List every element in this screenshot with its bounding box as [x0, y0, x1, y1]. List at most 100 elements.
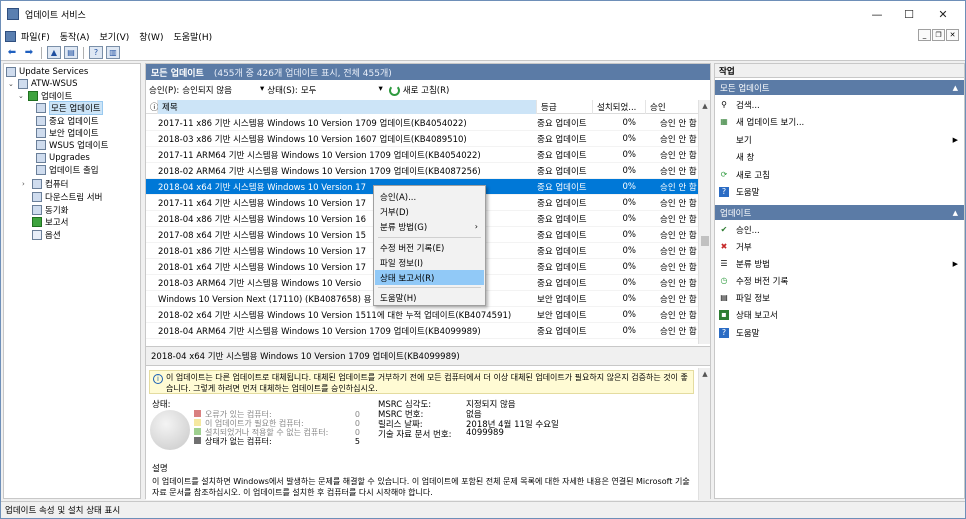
table-row[interactable]: 2018-03 x86 기반 시스템용 Windows 10 Version 1…	[146, 131, 698, 147]
collapse-section-icon[interactable]: ▲	[953, 209, 958, 217]
info-column-header[interactable]: ⓘ	[146, 100, 159, 114]
ctx-revision-history[interactable]: 수정 버전 기록(E)	[375, 240, 484, 255]
tree-node-downstream[interactable]: 다운스트림 서버	[32, 191, 102, 203]
cell-title: 2018-03 ARM64 기반 시스템용 Windows 10 Versio	[158, 278, 362, 289]
table-row[interactable]: 2017-11 x86 기반 시스템용 Windows 10 Version 1…	[146, 115, 698, 131]
menu-help[interactable]: 도움말(H)	[168, 30, 217, 43]
grid-header: ⓘ 제목 등급 설치되었... 승인	[146, 100, 698, 114]
menu-window[interactable]: 창(W)	[134, 30, 168, 43]
cell-title: 2018-01 x86 기반 시스템용 Windows 10 Version 1…	[158, 246, 367, 257]
ctx-help[interactable]: 도움말(H)	[375, 290, 484, 305]
refresh-button[interactable]: 새로 고침(R)	[403, 84, 450, 96]
tree-node-reports[interactable]: 보고서	[32, 216, 68, 228]
update-view-icon	[36, 153, 46, 163]
cell-approval: 승인 안 함	[660, 166, 697, 177]
grid-scrollbar[interactable]: ▲	[698, 100, 710, 344]
mdi-minimize-button[interactable]: _	[918, 29, 931, 41]
action-status-report[interactable]: ▪ 상태 보고서	[719, 307, 962, 322]
ctx-file-info[interactable]: 파일 정보(I)	[375, 255, 484, 270]
tree-node-options[interactable]: 옵션	[32, 229, 61, 241]
update-view-icon	[36, 128, 46, 138]
action-help-update[interactable]: ? 도움말	[719, 325, 962, 340]
close-button[interactable]: ✕	[927, 1, 959, 27]
ctx-decline[interactable]: 거부(D)	[375, 204, 484, 219]
menu-action[interactable]: 동작(A)	[55, 30, 95, 43]
help-icon[interactable]: ?	[89, 46, 103, 59]
table-row[interactable]: 2017-11 ARM64 기반 시스템용 Windows 10 Version…	[146, 147, 698, 163]
mdi-restore-button[interactable]: ❐	[932, 29, 945, 41]
show-hide-action-pane-icon[interactable]: ▥	[106, 46, 120, 59]
cell-approval: 승인 안 함	[660, 134, 697, 145]
cell-installed: 0%	[622, 213, 637, 224]
column-header-title[interactable]: 제목	[158, 100, 537, 114]
tree-node-sync[interactable]: 동기화	[32, 204, 68, 216]
status-bar: 업데이트 속성 및 설치 상태 표시	[1, 501, 965, 518]
ctx-separator	[378, 287, 481, 288]
maximize-button[interactable]: ☐	[893, 1, 925, 27]
actions-header: 작업	[715, 64, 964, 78]
app-icon	[7, 8, 19, 20]
action-help[interactable]: ? 도움말	[719, 184, 962, 199]
status-filter-dropdown[interactable]: 모두 ▾	[301, 84, 383, 96]
tree-node-all-updates[interactable]: 모든 업데이트	[36, 101, 103, 115]
action-new-update-view[interactable]: ▦ 새 업데이트 보기...	[719, 114, 962, 129]
collapse-section-icon[interactable]: ▲	[953, 84, 958, 92]
legend-label: 상태가 없는 컴퓨터:	[205, 437, 272, 446]
action-refresh[interactable]: ⟳ 새로 고침	[719, 167, 962, 182]
forward-arrow-icon[interactable]: ➡	[22, 46, 36, 59]
collapse-icon[interactable]: ⌄	[8, 80, 16, 88]
table-row[interactable]: 2018-04 ARM64 기반 시스템용 Windows 10 Version…	[146, 323, 698, 339]
action-view[interactable]: 보기 ▶	[719, 132, 962, 147]
action-search[interactable]: ⚲ 검색...	[719, 97, 962, 112]
action-revision-history[interactable]: ◷ 수정 버전 기록	[719, 273, 962, 288]
legend-value: 5	[354, 437, 360, 446]
approval-filter-dropdown[interactable]: 승인되지 않음 ▾	[182, 84, 264, 96]
column-header-approval[interactable]: 승인	[646, 100, 698, 114]
tree-node-computers[interactable]: › 컴퓨터	[22, 178, 68, 190]
menu-view[interactable]: 보기(V)	[95, 30, 135, 43]
action-group-by[interactable]: ☰ 분류 방법 ▶	[719, 256, 962, 271]
decline-icon: ✖	[720, 242, 728, 251]
scroll-thumb[interactable]	[701, 236, 709, 246]
ctx-status-report[interactable]: 상태 보고서(R)	[375, 270, 484, 285]
ctx-approve[interactable]: 승인(A)...	[375, 189, 484, 204]
tree-node-wsus-updates[interactable]: WSUS 업데이트	[36, 139, 108, 151]
ctx-group-by[interactable]: 분류 방법(G) ›	[375, 219, 484, 234]
action-new-window[interactable]: 새 창	[719, 149, 962, 164]
back-arrow-icon[interactable]: ⬅	[5, 46, 19, 59]
cell-installed: 0%	[622, 229, 637, 240]
action-approve[interactable]: ✔ 승인...	[719, 222, 962, 237]
detail-scrollbar[interactable]: ▲	[698, 368, 710, 500]
cell-classification: 중요 업데이트	[537, 134, 587, 145]
legend-swatch	[194, 428, 201, 435]
detail-scroll-up-icon[interactable]: ▲	[699, 368, 710, 380]
minimize-button[interactable]: —	[861, 1, 893, 27]
table-row[interactable]: 2018-02 ARM64 기반 시스템용 Windows 10 Version…	[146, 163, 698, 179]
collapse-icon[interactable]: ⌄	[18, 92, 26, 100]
tree-node-security-updates[interactable]: 보안 업데이트	[36, 127, 99, 139]
actions-section-all-updates[interactable]: 모든 업데이트 ▲	[715, 80, 964, 95]
menu-file[interactable]: 파일(F)	[16, 30, 55, 43]
tree-node-update-extra[interactable]: 업데이트 출입	[36, 164, 99, 176]
column-header-installed[interactable]: 설치되었...	[593, 100, 646, 114]
up-folder-icon[interactable]: ▲	[47, 46, 61, 59]
detail-pane: i 이 업데이트는 다른 업데이트로 대체됩니다. 대체된 업데이트를 거부하기…	[146, 368, 710, 500]
actions-section-update[interactable]: 업데이트 ▲	[715, 205, 964, 220]
show-hide-tree-icon[interactable]: ▤	[64, 46, 78, 59]
ctx-separator	[378, 237, 481, 238]
action-file-info[interactable]: ▤ 파일 정보	[719, 290, 962, 305]
column-header-classification[interactable]: 등급	[537, 100, 593, 114]
cell-installed: 0%	[622, 309, 637, 320]
console-icon[interactable]	[5, 30, 16, 42]
mdi-close-button[interactable]: ✕	[946, 29, 959, 41]
expand-icon[interactable]: ›	[22, 180, 30, 188]
tree-node-update-services[interactable]: Update Services	[6, 66, 88, 78]
tree-node-server[interactable]: ⌄ ATW-WSUS	[8, 78, 78, 90]
table-row[interactable]: 2018-02 x64 기반 시스템용 Windows 10 Version 1…	[146, 307, 698, 323]
scroll-up-icon[interactable]: ▲	[699, 100, 710, 112]
dropdown-arrow-icon: ▾	[259, 84, 265, 94]
tree-node-critical-updates[interactable]: 중요 업데이트	[36, 115, 99, 127]
tree-node-upgrades[interactable]: Upgrades	[36, 152, 90, 164]
refresh-icon[interactable]	[388, 84, 400, 96]
action-decline[interactable]: ✖ 거부	[719, 239, 962, 254]
